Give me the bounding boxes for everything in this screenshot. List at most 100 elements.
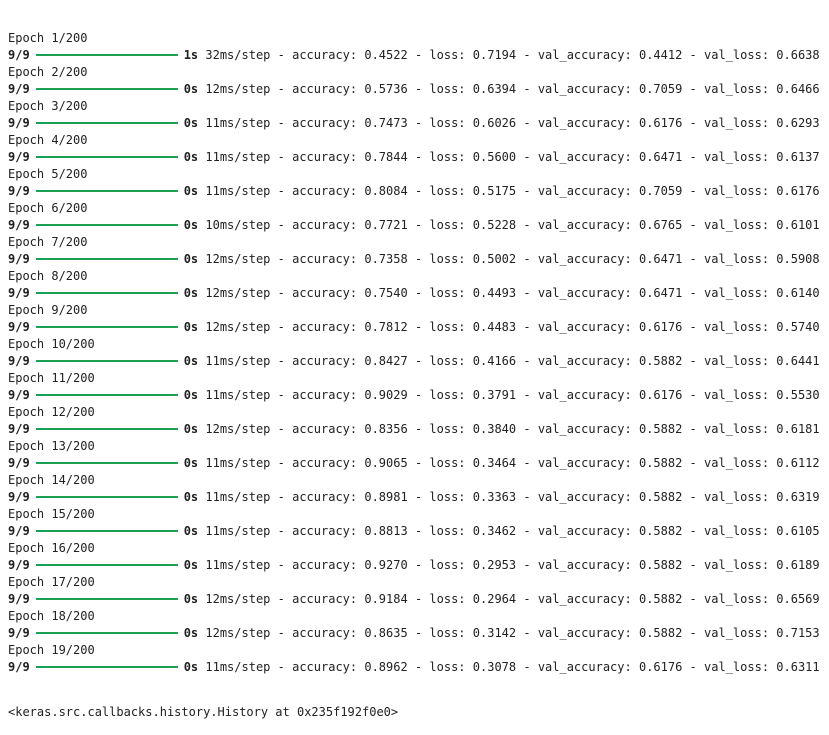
step-count: 9/9 bbox=[8, 150, 30, 164]
separator: - bbox=[407, 320, 430, 334]
separator: - bbox=[270, 116, 293, 130]
val-accuracy-value: 0.5882 bbox=[638, 592, 683, 606]
epoch-metrics-line: 9/9 0s 12ms/step - accuracy: 0.7812 - los… bbox=[8, 319, 829, 336]
val-loss-value: 0.6311 bbox=[776, 660, 820, 674]
elapsed-time: 0s bbox=[183, 592, 199, 606]
step-count: 9/9 bbox=[8, 48, 30, 62]
epoch-label: Epoch 13/200 bbox=[8, 439, 95, 453]
time-per-step: 12ms/step bbox=[205, 592, 271, 606]
separator: - bbox=[407, 354, 430, 368]
step-count: 9/9 bbox=[8, 626, 30, 640]
accuracy-label: accuracy: bbox=[292, 150, 358, 164]
loss-value: 0.6026 bbox=[472, 116, 517, 130]
epoch-metrics-line: 9/9 0s 12ms/step - accuracy: 0.9184 - los… bbox=[8, 591, 829, 608]
accuracy-value: 0.9270 bbox=[364, 558, 408, 572]
step-count: 9/9 bbox=[8, 422, 30, 436]
val-accuracy-value: 0.7059 bbox=[638, 184, 683, 198]
epoch-metrics-line: 9/9 0s 11ms/step - accuracy: 0.8427 - los… bbox=[8, 353, 829, 370]
epoch-header-line: Epoch 5/200 bbox=[8, 166, 829, 183]
progress-bar bbox=[35, 257, 178, 260]
separator: - bbox=[516, 660, 538, 674]
loss-value: 0.5002 bbox=[472, 252, 517, 266]
loss-value: 0.3142 bbox=[472, 626, 517, 640]
loss-label: loss: bbox=[429, 592, 466, 606]
val-loss-value: 0.7153 bbox=[776, 626, 820, 640]
loss-value: 0.3840 bbox=[472, 422, 517, 436]
accuracy-label: accuracy: bbox=[292, 48, 358, 62]
accuracy-label: accuracy: bbox=[292, 660, 358, 674]
accuracy-label: accuracy: bbox=[292, 116, 358, 130]
epoch-metrics-line: 9/9 0s 10ms/step - accuracy: 0.7721 - los… bbox=[8, 217, 829, 234]
val-accuracy-value: 0.7059 bbox=[638, 82, 683, 96]
epoch-label: Epoch 17/200 bbox=[8, 575, 95, 589]
loss-value: 0.3078 bbox=[472, 660, 517, 674]
epoch-label: Epoch 12/200 bbox=[8, 405, 95, 419]
separator: - bbox=[516, 286, 538, 300]
loss-label: loss: bbox=[429, 524, 466, 538]
epoch-metrics-line: 9/9 0s 12ms/step - accuracy: 0.7358 - los… bbox=[8, 251, 829, 268]
separator: - bbox=[270, 48, 293, 62]
separator: - bbox=[516, 626, 538, 640]
val-accuracy-value: 0.5882 bbox=[638, 524, 683, 538]
separator: - bbox=[516, 184, 538, 198]
val-loss-label: val_loss: bbox=[704, 456, 770, 470]
epoch-label: Epoch 3/200 bbox=[8, 99, 88, 113]
epoch-header-line: Epoch 18/200 bbox=[8, 608, 829, 625]
epoch-header-line: Epoch 19/200 bbox=[8, 642, 829, 659]
val-loss-label: val_loss: bbox=[704, 388, 770, 402]
progress-bar bbox=[35, 155, 178, 158]
val-accuracy-label: val_accuracy: bbox=[537, 354, 632, 368]
val-accuracy-label: val_accuracy: bbox=[537, 558, 632, 572]
progress-bar bbox=[35, 461, 178, 464]
val-loss-label: val_loss: bbox=[704, 252, 770, 266]
val-accuracy-label: val_accuracy: bbox=[537, 626, 632, 640]
val-accuracy-label: val_accuracy: bbox=[537, 286, 632, 300]
separator: - bbox=[516, 48, 538, 62]
time-per-step: 12ms/step bbox=[205, 320, 271, 334]
accuracy-label: accuracy: bbox=[292, 524, 358, 538]
progress-bar bbox=[35, 121, 178, 124]
epoch-metrics-line: 9/9 0s 12ms/step - accuracy: 0.5736 - los… bbox=[8, 81, 829, 98]
val-loss-label: val_loss: bbox=[704, 320, 770, 334]
val-accuracy-value: 0.5882 bbox=[638, 422, 683, 436]
elapsed-time: 0s bbox=[183, 524, 199, 538]
val-loss-value: 0.6112 bbox=[776, 456, 820, 470]
separator: - bbox=[516, 354, 538, 368]
loss-label: loss: bbox=[429, 116, 466, 130]
separator: - bbox=[682, 252, 705, 266]
separator: - bbox=[270, 286, 293, 300]
separator: - bbox=[682, 524, 705, 538]
separator: - bbox=[516, 524, 538, 538]
loss-value: 0.3462 bbox=[472, 524, 517, 538]
time-per-step: 11ms/step bbox=[205, 150, 271, 164]
val-accuracy-value: 0.6765 bbox=[638, 218, 683, 232]
separator: - bbox=[682, 456, 705, 470]
separator: - bbox=[407, 150, 430, 164]
separator: - bbox=[407, 524, 430, 538]
training-log: Epoch 1/200 9/9 1s 32ms/step - accuracy: 0… bbox=[8, 30, 829, 676]
epoch-label: Epoch 18/200 bbox=[8, 609, 95, 623]
accuracy-label: accuracy: bbox=[292, 218, 358, 232]
time-per-step: 12ms/step bbox=[205, 286, 271, 300]
elapsed-time: 0s bbox=[183, 184, 199, 198]
epoch-metrics-line: 9/9 0s 11ms/step - accuracy: 0.7844 - los… bbox=[8, 149, 829, 166]
separator: - bbox=[407, 456, 430, 470]
accuracy-value: 0.7358 bbox=[364, 252, 408, 266]
val-loss-value: 0.6569 bbox=[776, 592, 820, 606]
elapsed-time: 0s bbox=[183, 286, 199, 300]
val-accuracy-value: 0.5882 bbox=[638, 354, 683, 368]
separator: - bbox=[682, 558, 705, 572]
loss-value: 0.7194 bbox=[472, 48, 517, 62]
loss-label: loss: bbox=[429, 184, 466, 198]
loss-label: loss: bbox=[429, 626, 466, 640]
elapsed-time: 0s bbox=[183, 218, 199, 232]
epoch-label: Epoch 8/200 bbox=[8, 269, 88, 283]
accuracy-value: 0.8356 bbox=[364, 422, 408, 436]
loss-value: 0.5175 bbox=[472, 184, 517, 198]
accuracy-value: 0.7844 bbox=[364, 150, 408, 164]
accuracy-label: accuracy: bbox=[292, 82, 358, 96]
val-loss-value: 0.6293 bbox=[776, 116, 820, 130]
step-count: 9/9 bbox=[8, 660, 30, 674]
val-accuracy-label: val_accuracy: bbox=[537, 218, 632, 232]
progress-bar bbox=[35, 665, 178, 668]
